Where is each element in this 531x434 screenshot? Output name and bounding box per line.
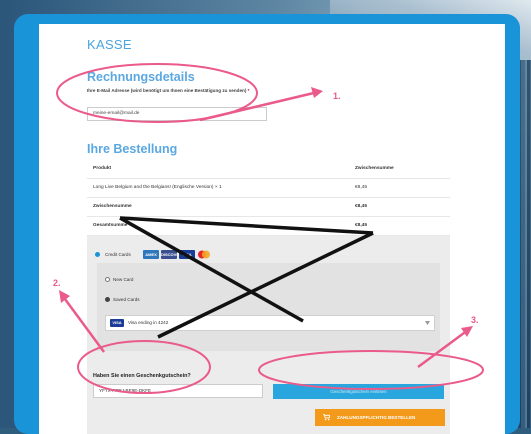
page-title: KASSE bbox=[87, 37, 132, 52]
credit-card-radio[interactable] bbox=[95, 252, 100, 257]
saved-card-value: Visa ending in 4242 bbox=[128, 320, 169, 325]
subtotal-label: Zwischensumme bbox=[93, 204, 132, 209]
checkout-sheet: KASSE Rechnungsdetails Ihre E-Mail Adres… bbox=[39, 24, 505, 434]
card-options-panel: New Card Saved Cards VISA Visa ending in… bbox=[97, 263, 440, 351]
required-marker: * bbox=[247, 88, 250, 93]
chevron-down-icon bbox=[425, 321, 430, 325]
place-order-label: ZAHLUNGSPFLICHTIG BESTELLEN bbox=[337, 415, 416, 420]
voucher-input[interactable]: YFTX-PPRJ-BE9E-DKFE bbox=[93, 384, 263, 398]
discover-logo: DISCOVER bbox=[161, 250, 182, 259]
visa-card-icon: VISA bbox=[110, 319, 124, 327]
column-header-subtotal: Zwischensumme bbox=[355, 166, 394, 171]
table-row: Gesamtsumme €8,45 bbox=[87, 217, 450, 236]
order-heading: Ihre Bestellung bbox=[87, 142, 178, 156]
order-table: Produkt Zwischensumme Long Live Belgium … bbox=[87, 160, 450, 236]
mastercard-logo bbox=[198, 250, 210, 259]
email-label: Ihre E-Mail Adresse (wird benötigt um Ih… bbox=[87, 88, 252, 94]
annotation-number-2: 2. bbox=[53, 278, 61, 288]
visa-logo: VISA bbox=[179, 250, 195, 259]
total-label: Gesamtsumme bbox=[93, 223, 128, 228]
redeem-voucher-button[interactable]: Geschenkgutschein einlösen bbox=[273, 384, 444, 399]
voucher-label: Haben Sie einen Geschenkgutschein? bbox=[93, 373, 191, 379]
saved-cards-radio[interactable] bbox=[105, 297, 110, 302]
annotation-number-3: 3. bbox=[471, 315, 479, 325]
payment-section: Credit Cards AMEX DISCOVER VISA New Card… bbox=[87, 236, 450, 434]
saved-card-select[interactable]: VISA Visa ending in 4242 bbox=[105, 315, 435, 331]
email-field[interactable]: meine-email@mail.de bbox=[87, 107, 267, 121]
billing-heading: Rechnungsdetails bbox=[87, 70, 195, 84]
table-row: Long Live Belgium and the Belgians! (Eng… bbox=[87, 179, 450, 198]
new-card-radio[interactable] bbox=[105, 277, 110, 282]
product-amount: €8,45 bbox=[355, 185, 368, 190]
total-amount: €8,45 bbox=[355, 223, 368, 228]
amex-logo: AMEX bbox=[143, 250, 159, 259]
table-row: Zwischensumme €8,45 bbox=[87, 198, 450, 217]
table-header-row: Produkt Zwischensumme bbox=[87, 160, 450, 179]
saved-cards-label: Saved Cards bbox=[113, 297, 140, 302]
annotation-number-1: 1. bbox=[333, 91, 341, 101]
subtotal-amount: €8,45 bbox=[355, 204, 368, 209]
cart-icon bbox=[323, 413, 330, 421]
new-card-label: New Card bbox=[113, 277, 134, 282]
product-name: Long Live Belgium and the Belgians! (Eng… bbox=[93, 185, 222, 190]
place-order-button[interactable]: ZAHLUNGSPFLICHTIG BESTELLEN bbox=[315, 409, 445, 426]
email-label-text: Ihre E-Mail Adresse (wird benötigt um Ih… bbox=[87, 88, 247, 93]
credit-card-label: Credit Cards bbox=[105, 252, 131, 257]
column-header-product: Produkt bbox=[93, 166, 112, 171]
